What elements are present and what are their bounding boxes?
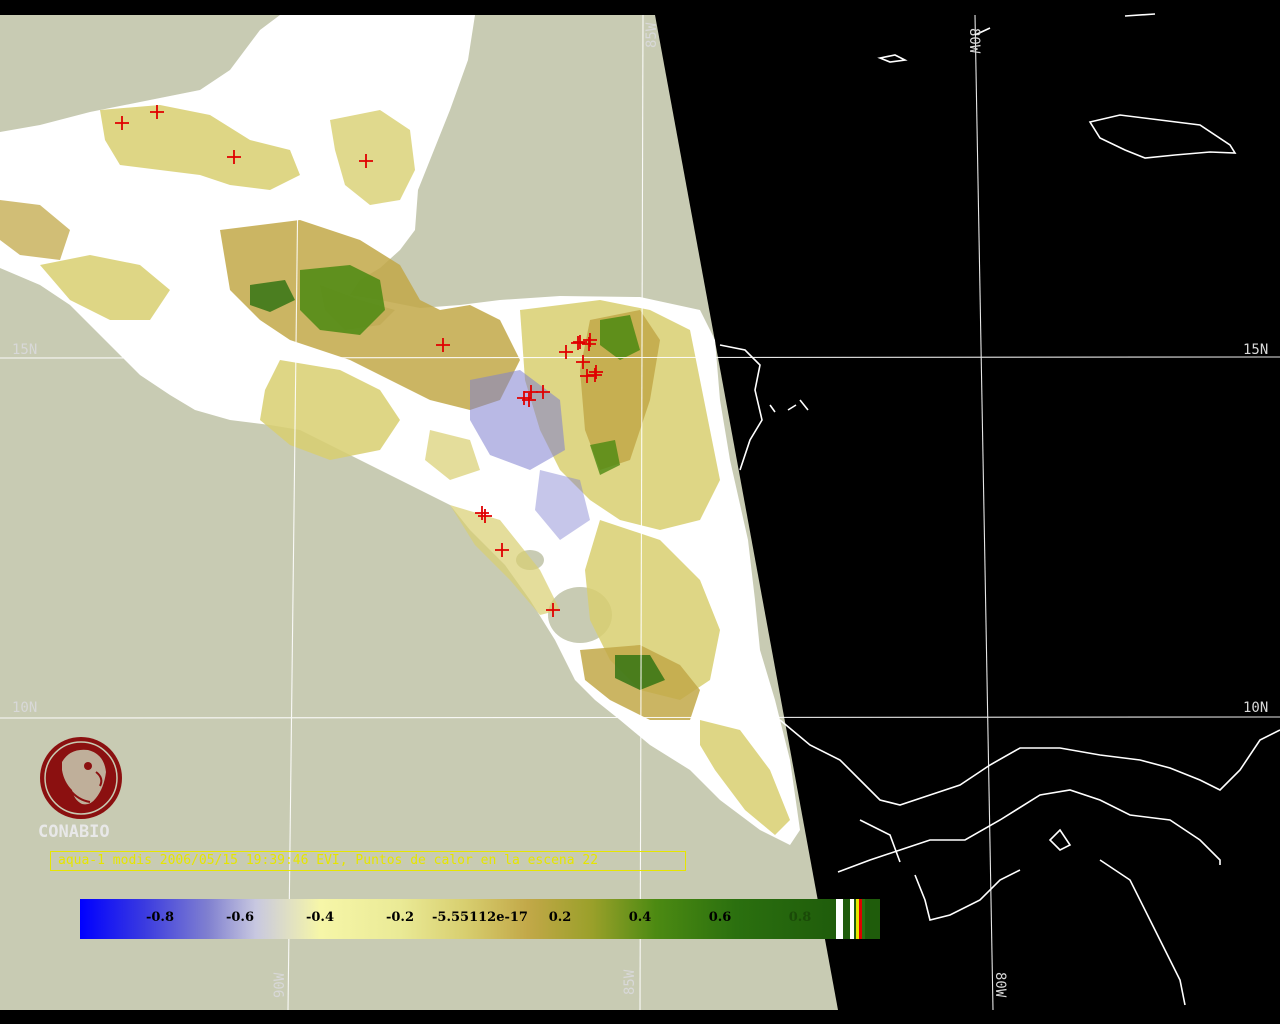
grid-label-lon-90-bottom: 90W	[272, 972, 288, 998]
colorbar-tick-label: -0.8	[145, 910, 175, 925]
colorbar-tick-label: -0.4	[305, 910, 335, 925]
colorbar-tick-label: -0.2	[385, 910, 415, 925]
colorbar-green-strip	[862, 899, 865, 939]
grid-label-lat-10-right: 10N	[1243, 700, 1268, 716]
colorbar-tick-label: 0.2	[548, 910, 572, 925]
colorbar-tick-label: 0.4	[628, 910, 652, 925]
panama-costa-rica-coastline	[779, 719, 1280, 806]
grid-label-lat-15-left: 15N	[12, 342, 37, 358]
evi-colorbar: -0.8 -0.6 -0.4 -0.2 -5.55112e-17 0.2 0.4…	[80, 899, 880, 939]
conabio-macaw-icon	[40, 737, 122, 819]
colorbar-tick-label: 0.6	[708, 910, 732, 925]
grid-label-lon-80-top: 80W	[966, 28, 982, 54]
colorbar-tick-label: 0.8	[788, 910, 812, 925]
grid-label-lon-80-bottom: 80W	[992, 972, 1008, 998]
jamaica-coastline	[1088, 114, 1237, 159]
colorbar-white-strip-2	[850, 899, 854, 939]
colorbar-white-strip	[836, 899, 843, 939]
conabio-logo-text: CONABIO	[38, 822, 110, 842]
scene-caption: aqua-1 modis 2006/05/15 19:39:46 EVI, Pu…	[50, 851, 686, 871]
grid-label-lat-10-left: 10N	[12, 700, 37, 716]
grid-label-lon-85-top: 85W	[644, 22, 660, 48]
lon-80w-line	[974, 14, 994, 1011]
grid-label-lon-85-bottom: 85W	[622, 969, 638, 995]
conabio-logo: CONABIO	[38, 737, 122, 842]
grid-label-lat-15-right: 15N	[1243, 342, 1268, 358]
colorbar-tick-label: -5.55112e-17	[432, 910, 528, 925]
colorbar-tick-label: -0.6	[225, 910, 255, 925]
